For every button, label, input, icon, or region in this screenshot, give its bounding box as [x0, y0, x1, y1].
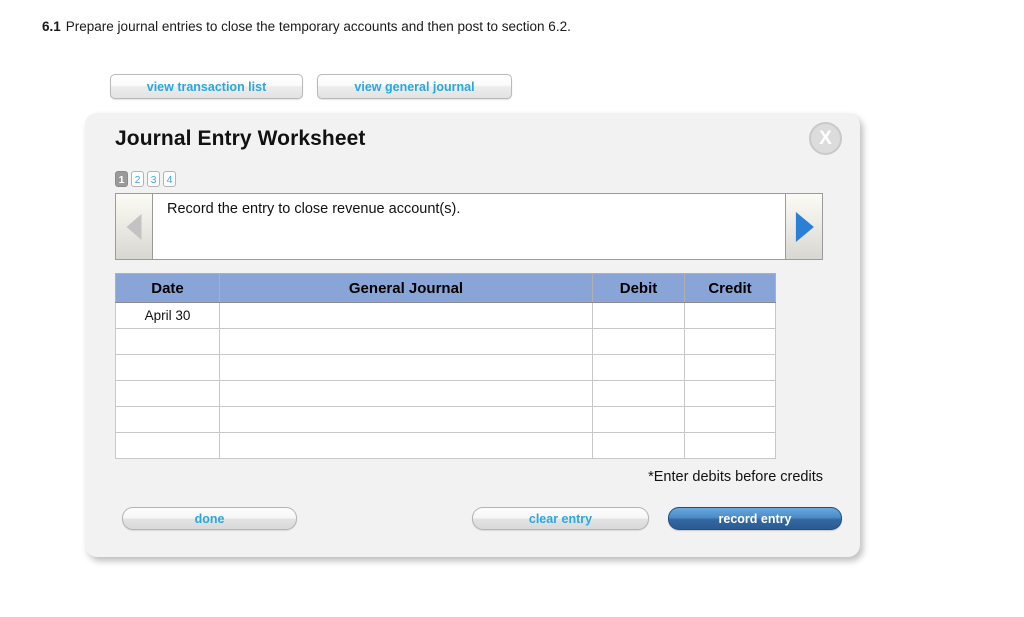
question-line: 6.1 Prepare journal entries to close the …	[42, 19, 571, 34]
step-pager: 1 2 3 4	[115, 171, 176, 187]
top-button-group: view transaction list view general journ…	[110, 74, 512, 99]
previous-step-button[interactable]	[116, 194, 153, 259]
cell-credit-4[interactable]	[684, 380, 776, 407]
cell-debit-1[interactable]	[592, 302, 685, 329]
cell-credit-5[interactable]	[684, 406, 776, 433]
step-chip-3[interactable]: 3	[147, 171, 160, 187]
cell-account-2[interactable]	[219, 328, 593, 355]
cell-account-1[interactable]	[219, 302, 593, 329]
column-header-debit: Debit	[592, 273, 685, 303]
cell-date-5	[115, 406, 220, 433]
cell-date-6	[115, 432, 220, 459]
step-chip-4[interactable]: 4	[163, 171, 176, 187]
arrow-right-icon	[795, 211, 814, 242]
column-header-credit: Credit	[684, 273, 776, 303]
close-icon[interactable]: X	[809, 122, 842, 155]
table-row	[115, 380, 776, 407]
cell-account-5[interactable]	[219, 406, 593, 433]
table-row	[115, 354, 776, 381]
journal-entry-worksheet-panel: Journal Entry Worksheet X 1 2 3 4 Record…	[85, 113, 860, 557]
cell-debit-3[interactable]	[592, 354, 685, 381]
enter-debits-note: *Enter debits before credits	[648, 469, 823, 485]
cell-account-4[interactable]	[219, 380, 593, 407]
panel-title: Journal Entry Worksheet	[115, 127, 366, 150]
done-button[interactable]: done	[122, 507, 297, 530]
cell-date-3	[115, 354, 220, 381]
question-number: 6.1	[42, 19, 61, 34]
table-row	[115, 328, 776, 355]
prompt-text: Record the entry to close revenue accoun…	[167, 201, 461, 217]
cell-debit-2[interactable]	[592, 328, 685, 355]
next-step-button[interactable]	[785, 194, 822, 259]
cell-date-2	[115, 328, 220, 355]
cell-account-3[interactable]	[219, 354, 593, 381]
step-chip-1[interactable]: 1	[115, 171, 128, 187]
arrow-left-icon	[126, 213, 142, 240]
table-row	[115, 432, 776, 459]
table-row: April 30	[115, 302, 776, 329]
table-row	[115, 406, 776, 433]
clear-entry-button[interactable]: clear entry	[472, 507, 649, 530]
cell-credit-2[interactable]	[684, 328, 776, 355]
cell-debit-5[interactable]	[592, 406, 685, 433]
view-transaction-list-button[interactable]: view transaction list	[110, 74, 303, 99]
close-icon-glyph: X	[819, 128, 832, 149]
cell-debit-4[interactable]	[592, 380, 685, 407]
column-header-general-journal: General Journal	[219, 273, 593, 303]
cell-date-4	[115, 380, 220, 407]
cell-account-6[interactable]	[219, 432, 593, 459]
view-general-journal-button[interactable]: view general journal	[317, 74, 512, 99]
column-header-date: Date	[115, 273, 220, 303]
cell-credit-1[interactable]	[684, 302, 776, 329]
journal-entry-table: Date General Journal Debit Credit April …	[115, 273, 776, 459]
prompt-strip: Record the entry to close revenue accoun…	[115, 193, 823, 260]
cell-date-1: April 30	[115, 302, 220, 329]
cell-credit-3[interactable]	[684, 354, 776, 381]
step-chip-2[interactable]: 2	[131, 171, 144, 187]
table-header-row: Date General Journal Debit Credit	[115, 273, 776, 303]
cell-debit-6[interactable]	[592, 432, 685, 459]
cell-credit-6[interactable]	[684, 432, 776, 459]
question-text: Prepare journal entries to close the tem…	[65, 19, 571, 34]
record-entry-button[interactable]: record entry	[668, 507, 842, 530]
